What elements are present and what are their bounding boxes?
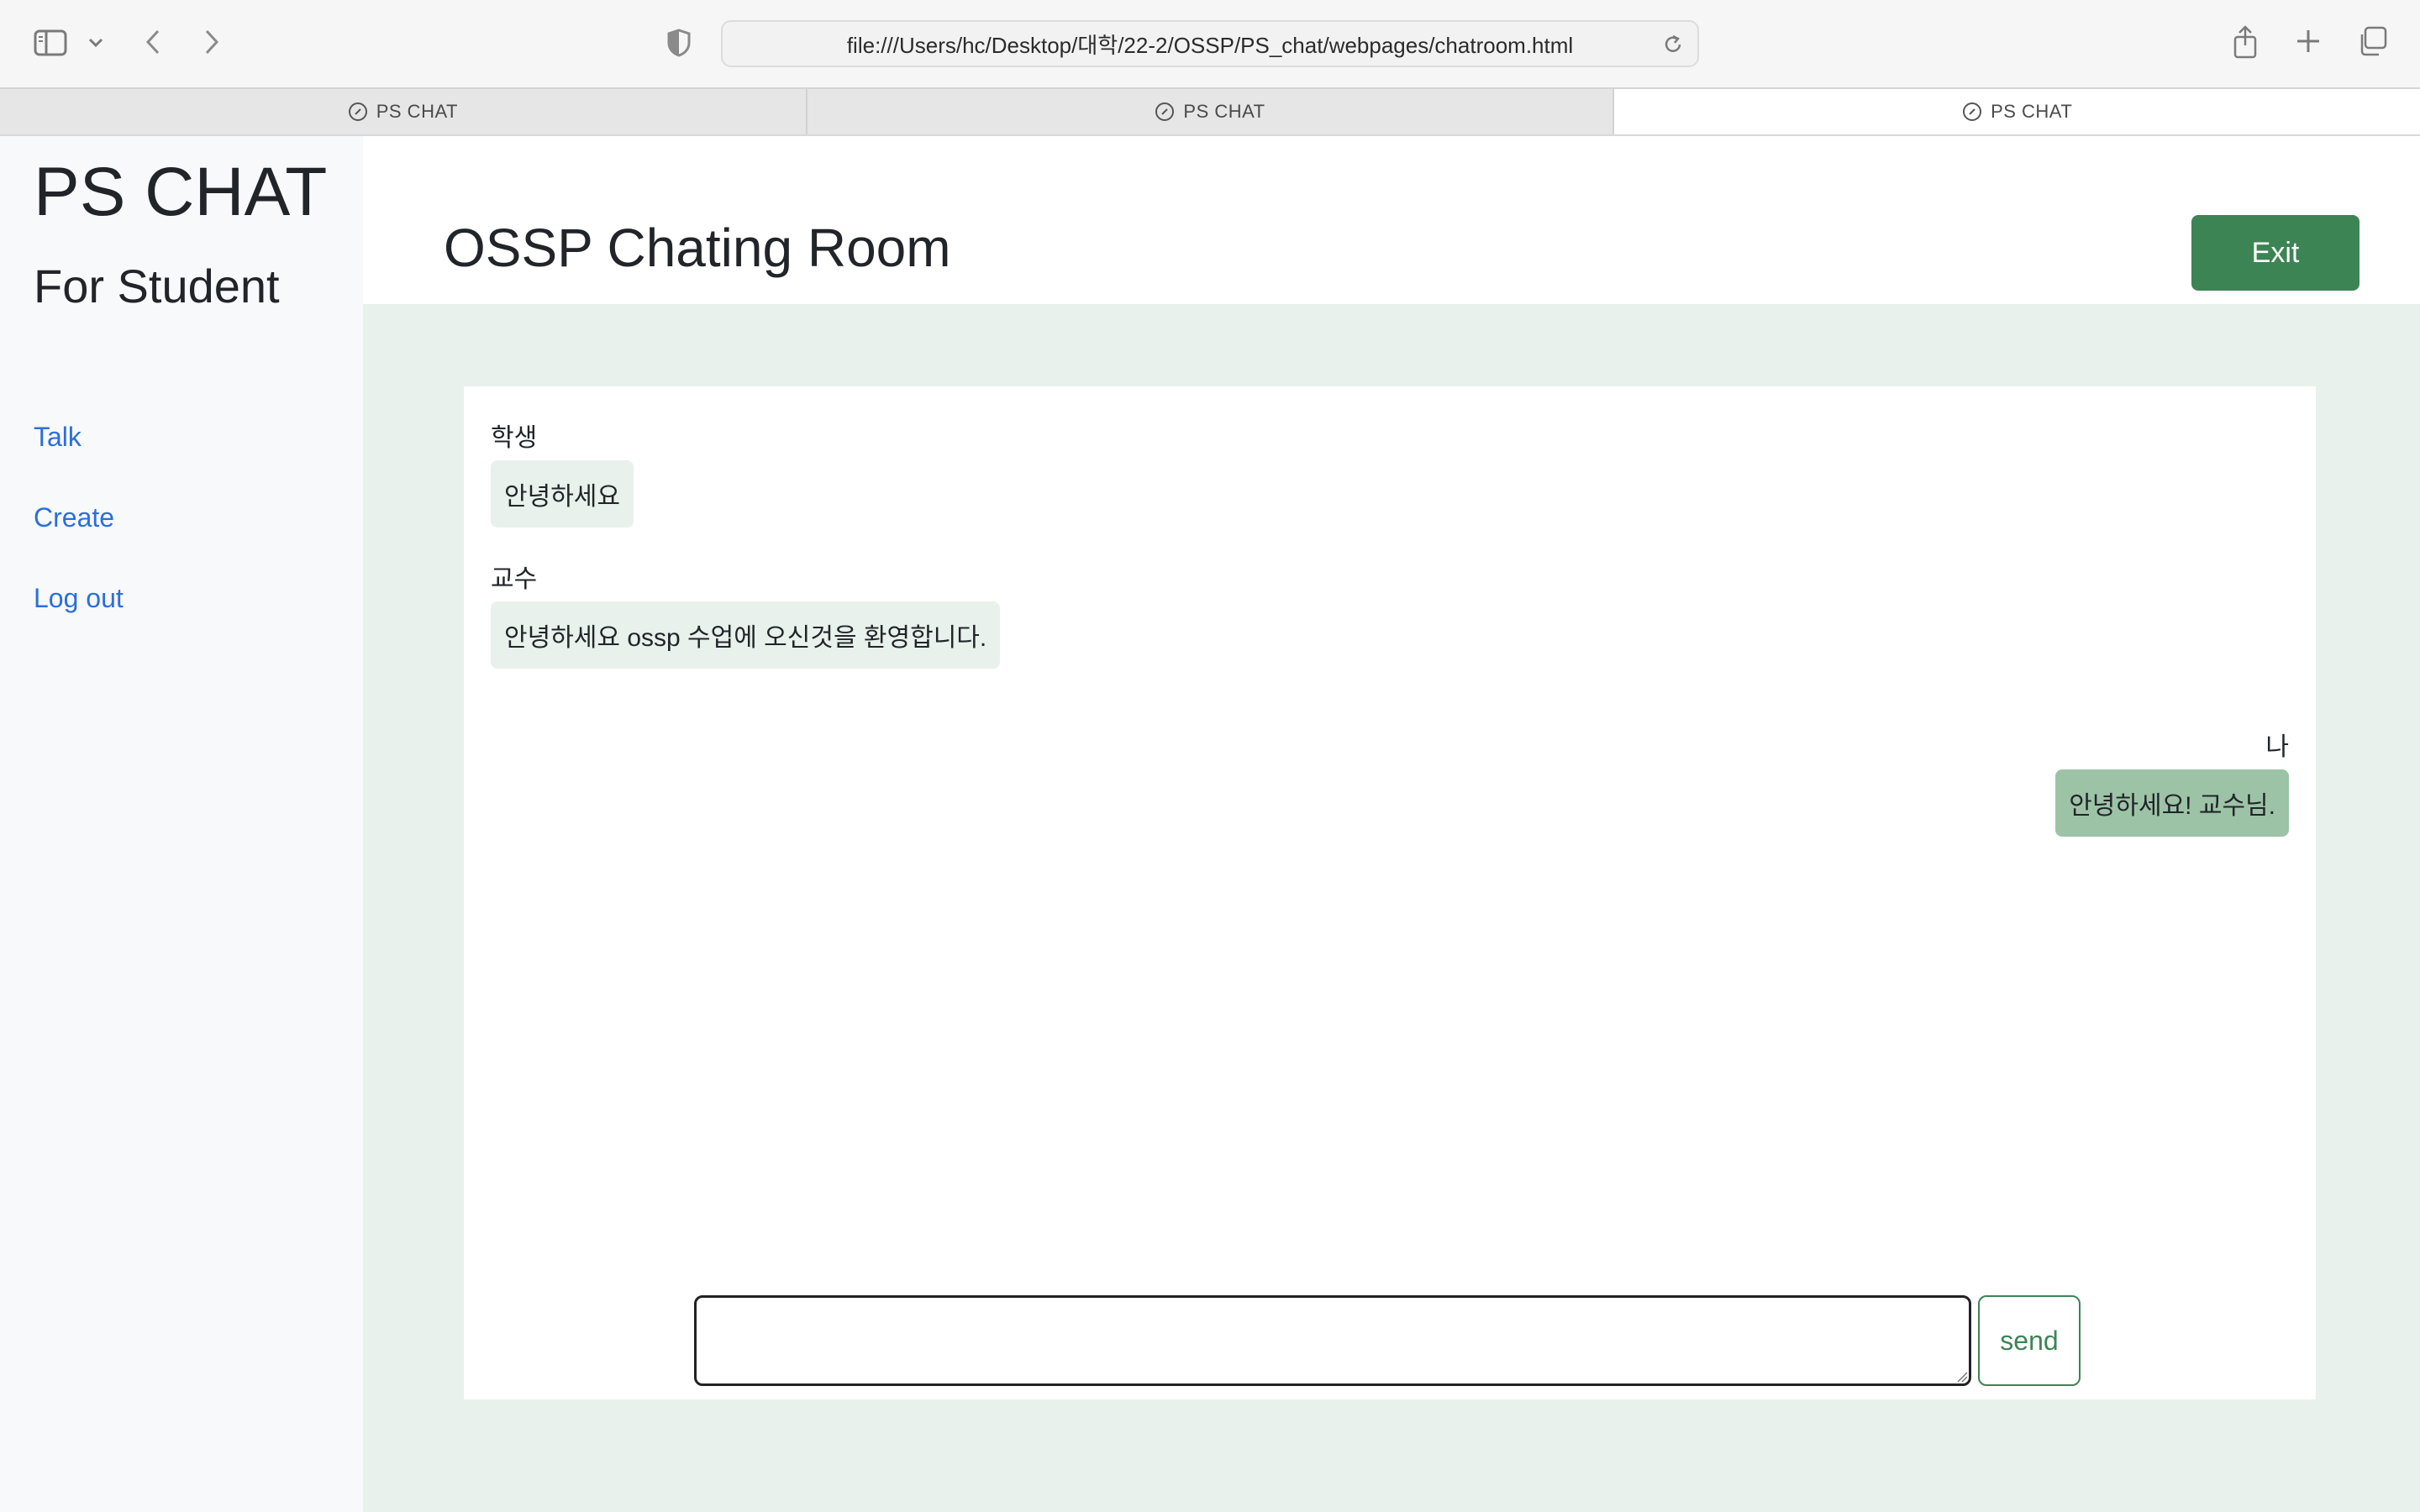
message-bubble: 안녕하세요 ossp 수업에 오신것을 환영합니다.	[491, 601, 1001, 669]
exit-button[interactable]: Exit	[2191, 215, 2360, 291]
nav-talk-link[interactable]: Talk	[34, 422, 82, 453]
share-icon[interactable]	[2232, 24, 2259, 60]
sidebar-icon[interactable]	[34, 29, 67, 57]
main-content: 학생 안녕하세요 교수 안녕하세요 ossp 수업에 오신것을 환영합니다. 나…	[363, 304, 2420, 1512]
tab-1[interactable]: PS CHAT	[0, 89, 808, 134]
page-title: OSSP Chating Room	[444, 218, 951, 278]
message-bubble: 안녕하세요	[491, 460, 634, 528]
nav-create-link[interactable]: Create	[34, 502, 114, 533]
tab-label: PS CHAT	[1991, 101, 2073, 122]
message-input[interactable]	[694, 1295, 1971, 1386]
chat-panel: 학생 안녕하세요 교수 안녕하세요 ossp 수업에 오신것을 환영합니다. 나…	[464, 386, 2316, 1399]
browser-toolbar: file:///Users/hc/Desktop/대학/22-2/OSSP/PS…	[0, 0, 2420, 87]
main-header: OSSP Chating Room Exit	[363, 136, 2420, 304]
tab-bar: PS CHAT PS CHAT PS CHAT	[0, 87, 2420, 136]
forward-icon[interactable]	[200, 25, 224, 59]
tab-label: PS CHAT	[376, 101, 458, 122]
message-sender: 학생	[491, 424, 538, 452]
brand-subtitle: For Student	[34, 260, 280, 312]
address-bar[interactable]: file:///Users/hc/Desktop/대학/22-2/OSSP/PS…	[721, 20, 1699, 67]
shield-icon[interactable]	[666, 27, 692, 59]
compass-icon	[348, 102, 367, 121]
tab-label: PS CHAT	[1183, 101, 1265, 122]
plus-icon[interactable]	[2294, 27, 2323, 55]
send-button[interactable]: send	[1978, 1295, 2081, 1386]
tabs-overview-icon[interactable]	[2356, 25, 2388, 57]
message-sender-me: 나	[2265, 733, 2289, 761]
resize-grip-icon[interactable]	[1956, 1371, 1968, 1383]
url-text[interactable]: file:///Users/hc/Desktop/대학/22-2/OSSP/PS…	[847, 29, 1573, 60]
brand-title: PS CHAT	[34, 154, 328, 230]
back-icon[interactable]	[141, 25, 165, 59]
chevron-down-icon[interactable]	[86, 34, 106, 52]
compass-icon	[1963, 102, 1982, 121]
nav-logout-link[interactable]: Log out	[34, 583, 124, 614]
tab-2[interactable]: PS CHAT	[808, 89, 1615, 134]
message-sender: 교수	[491, 565, 538, 593]
compass-icon	[1155, 102, 1175, 121]
reload-icon[interactable]	[1662, 34, 1684, 61]
tab-3-active[interactable]: PS CHAT	[1614, 89, 2420, 134]
sidebar: PS CHAT For Student Talk Create Log out	[0, 136, 363, 1512]
message-bubble-me: 안녕하세요! 교수님.	[2055, 769, 2289, 837]
